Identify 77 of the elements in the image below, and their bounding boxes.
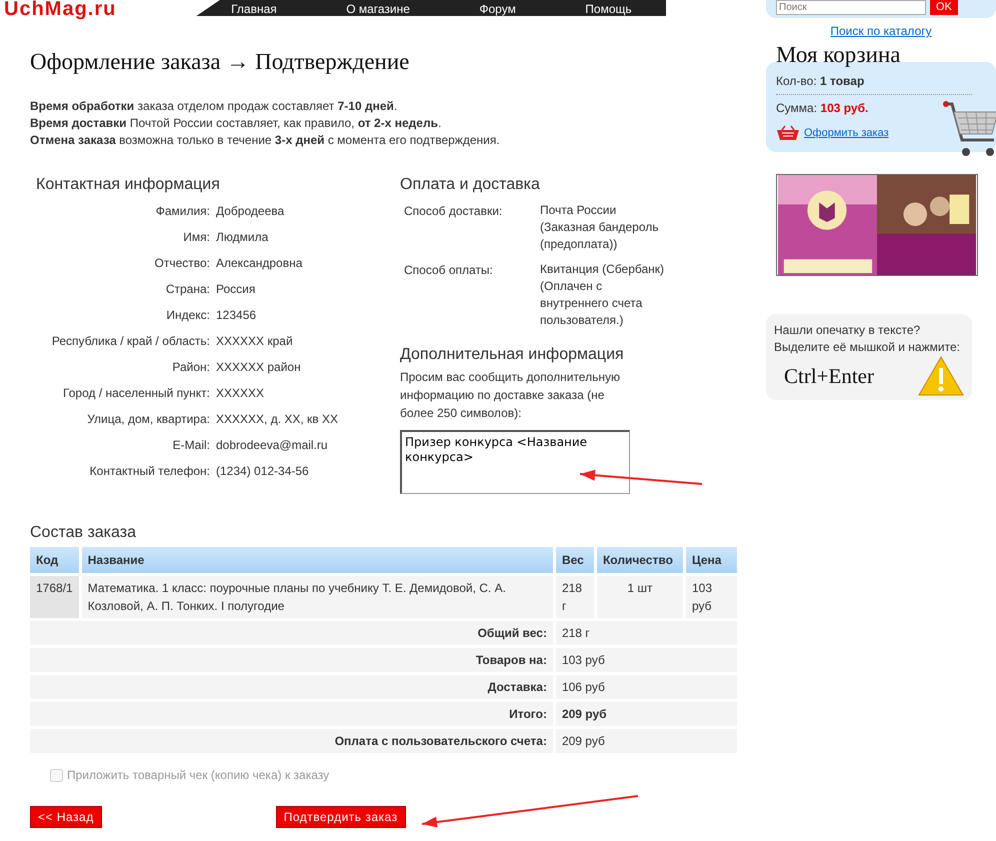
column-header: Название (82, 547, 553, 574)
cart-value: 103 руб. (820, 101, 868, 115)
field-value: Квитанция (Сбербанк) (Оплачен с внутреннего счета пользователя.) (540, 260, 666, 329)
table-cell: 218 г (556, 621, 737, 646)
table-cell: 218 г (556, 576, 594, 618)
comment-field[interactable]: Призер конкурса <Название конкурса> (400, 430, 630, 494)
table-cell: 1768/1 (30, 576, 79, 618)
nav-link[interactable]: Главная (231, 2, 277, 16)
table-cell: 103 руб (686, 576, 737, 618)
table-cell: Математика. 1 класс: поурочные планы по учебнику Т. Е. Демидовой, С. А. Козловой, А. П. Тонких. I полугодие (82, 576, 553, 618)
nav-link[interactable]: Помощь (585, 2, 632, 16)
field-label: Индекс: (165, 306, 211, 324)
checkbox-label: Приложить товарный чек (копию чека) к заказу (67, 767, 330, 784)
table-cell: Доставка: (30, 675, 553, 700)
column-header: Цена (686, 547, 737, 574)
table-cell: 106 руб (556, 675, 737, 700)
field-label: Фамилия: (154, 202, 211, 220)
info-text: Просим вас сообщить дополнительную информацию по доставке заказа (не более 250 символов): (400, 368, 621, 422)
field-value: Людмила (216, 228, 268, 246)
back-button[interactable]: << Назад (30, 806, 102, 828)
field-value: XXXXXX район (216, 358, 301, 376)
field-label: E-Mail: (172, 436, 211, 454)
table-cell: 103 руб (556, 648, 737, 672)
nav-link[interactable]: О магазине (346, 2, 410, 16)
field-value: XXXXXX край (216, 332, 293, 350)
section-heading: Оплата и доставка (400, 174, 541, 194)
field-label: Способ доставки: (403, 202, 504, 220)
search-field[interactable]: Поиск (776, 0, 926, 15)
field-label: Способ оплаты: (403, 262, 494, 279)
cart-label: Сумма: (776, 101, 818, 115)
field-label: Город / населенный пункт: (62, 384, 211, 402)
table-cell: 209 руб (556, 702, 737, 726)
section-heading: Дополнительная информация (400, 344, 625, 364)
field-value: XXXXXX, д. XX, кв XX (216, 410, 338, 428)
table-cell: Оплата с пользовательского счета: (30, 729, 553, 754)
table-cell: 209 руб (556, 729, 737, 754)
field-label: Улица, дом, квартира: (86, 410, 211, 428)
site-logo[interactable]: UchMag.ru (4, 0, 116, 18)
info-text: Отмена заказа возможна только в течение 3-х дней с момента его подтверждения. (30, 132, 501, 149)
section-heading: Состав заказа (30, 522, 136, 542)
warning-icon (918, 356, 964, 396)
info-text: Время доставки Почтой России составляет, как правило, от 2-х недель. (30, 114, 442, 132)
field-value: 123456 (216, 306, 256, 324)
field-label: Страна: (164, 280, 211, 298)
section-heading: Контактная информация (36, 174, 221, 194)
column-header: Количество (596, 547, 683, 574)
field-label: Район: (171, 358, 211, 376)
field-value: Россия (216, 280, 256, 298)
table-cell: Итого: (30, 702, 553, 726)
column-header: Код (30, 547, 79, 574)
table-cell: Общий вес: (30, 621, 553, 646)
field-value: dobrodeeva@mail.ru (216, 436, 328, 454)
field-label: Имя: (182, 228, 211, 246)
field-value: Александровна (216, 254, 302, 272)
field-value: Добродеева (216, 202, 284, 220)
catalog-search-link[interactable]: Поиск по каталогу (830, 24, 932, 38)
cart-title: Моя корзина (776, 44, 902, 66)
field-label: Отчество: (154, 254, 211, 272)
cart-label: Кол-во: (776, 74, 817, 88)
search-button[interactable]: OK (930, 0, 958, 15)
field-value: (1234) 012-34-56 (216, 462, 309, 480)
field-value: XXXXXX (216, 384, 264, 402)
basket-icon (776, 125, 800, 142)
nav-link[interactable]: Форум (479, 2, 516, 16)
field-label: Контактный телефон: (88, 462, 211, 480)
column-header: Вес (556, 547, 594, 574)
info-text: Время обработки заказа отделом продаж составляет 7-10 дней. (30, 98, 398, 115)
field-label: Республика / край / область: (50, 332, 211, 350)
table-cell: Товаров на: (30, 648, 553, 672)
table-cell: 1 шт (596, 576, 683, 618)
field-value: Почта России (Заказная бандероль (предоплата)) (540, 202, 660, 253)
checkout-link[interactable]: Оформить заказ (804, 125, 889, 142)
cart-value: 1 товар (820, 74, 864, 88)
typo-hint: Нашли опечатку в тексте? Выделите её мышкой и нажмите: (774, 322, 961, 356)
shortcut-text: Ctrl+Enter (784, 368, 874, 384)
confirm-button[interactable]: Подтвердить заказ (276, 806, 406, 828)
page-title: Оформление заказа → Подтверждение (30, 48, 410, 76)
